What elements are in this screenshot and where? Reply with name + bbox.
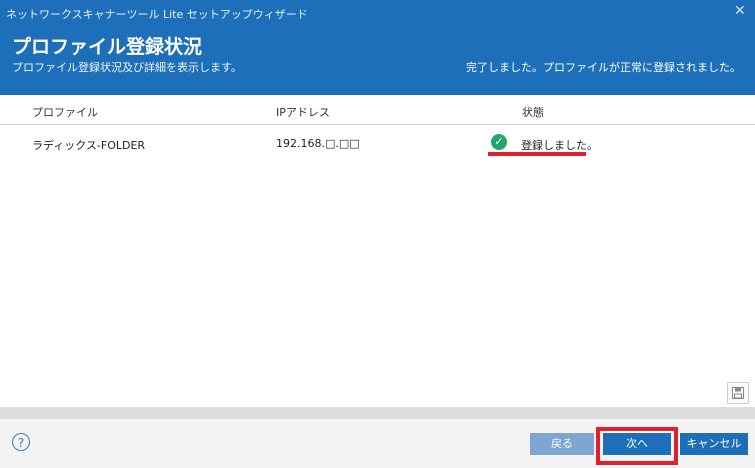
status-message: 完了しました。プロファイルが正常に登録されました。 [466,61,741,74]
check-circle-icon: ✓ [491,134,507,150]
highlight-box [596,427,678,465]
highlight-underline [488,152,586,156]
save-icon [732,387,744,399]
column-header-status: 状態 [522,106,544,119]
save-button[interactable] [727,382,749,404]
page-title: プロファイル登録状況 [12,36,203,58]
table-row[interactable]: ラディックス-FOLDER 192.168.□.□□ ✓ 登録しました。 [0,126,755,158]
column-header-ip: IPアドレス [276,106,330,119]
horizontal-scrollbar[interactable] [0,407,755,419]
column-header-profile: プロファイル [32,106,98,119]
help-icon[interactable]: ? [12,433,30,451]
ip-address: 192.168.□.□□ [276,137,360,150]
page-subtitle: プロファイル登録状況及び詳細を表示します。 [12,61,242,74]
window-title: ネットワークスキャナーツール Lite セットアップウィザード [6,8,308,21]
cancel-button[interactable]: キャンセル [680,433,748,455]
profile-name: ラディックス-FOLDER [32,139,146,152]
close-icon[interactable]: ✕ [734,3,746,19]
status-text: 登録しました。 [521,139,598,152]
table-header: プロファイル IPアドレス 状態 [0,95,755,125]
wizard-header: ネットワークスキャナーツール Lite セットアップウィザード ✕ プロファイル… [0,0,755,95]
back-button[interactable]: 戻る [530,433,594,455]
